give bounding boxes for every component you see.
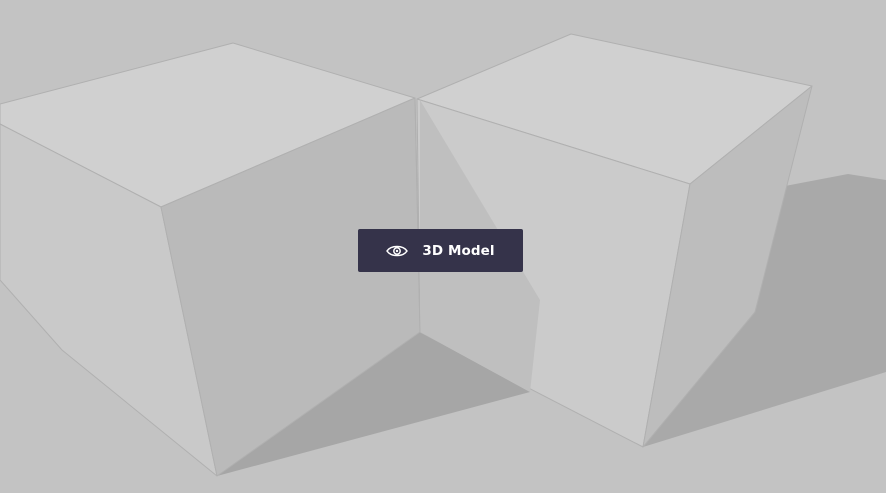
view-3d-model-label: 3D Model xyxy=(422,242,495,259)
eye-icon xyxy=(386,245,409,256)
model-viewer[interactable]: 3D Model xyxy=(0,0,886,493)
view-3d-model-button[interactable]: 3D Model xyxy=(358,229,523,272)
